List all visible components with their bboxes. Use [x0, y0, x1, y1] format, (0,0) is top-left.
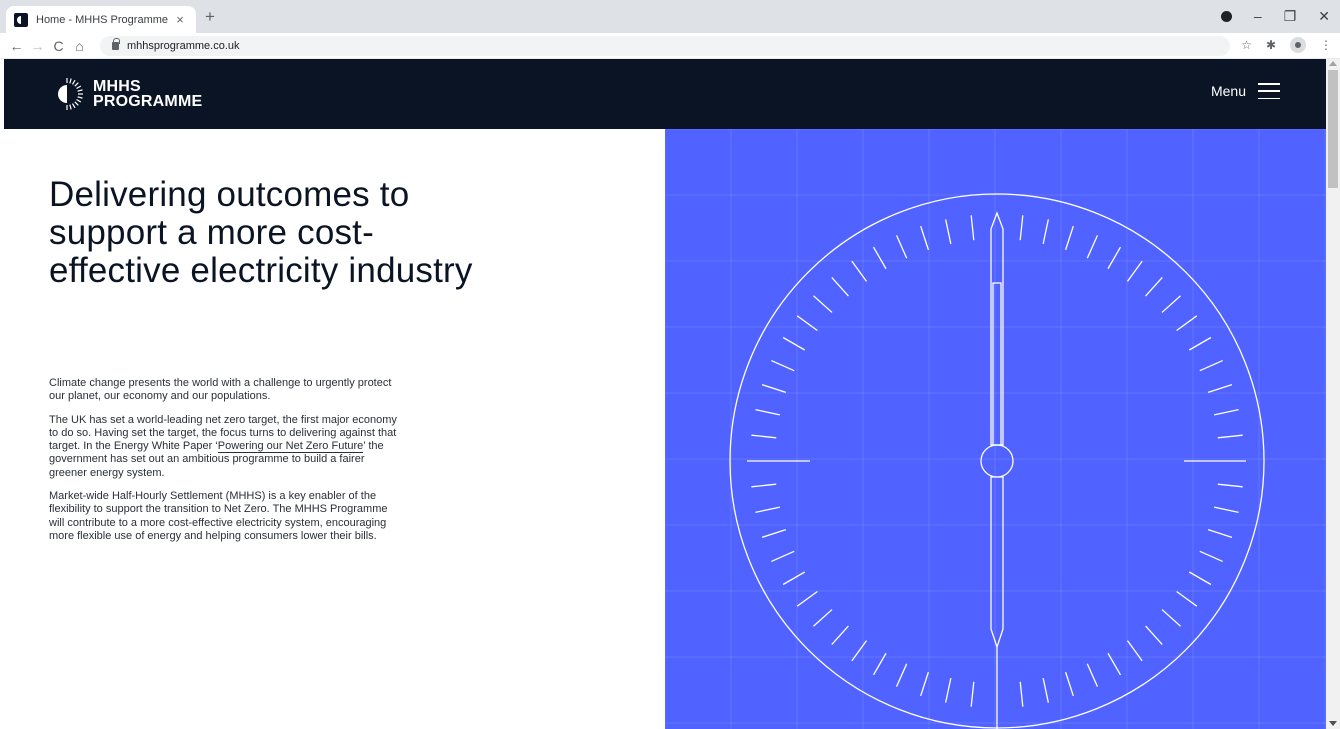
- half-sun-logo-icon: [58, 78, 83, 110]
- profile-indicator-icon[interactable]: [1220, 10, 1232, 22]
- browser-tabstrip: Home - MHHS Programme × + – ❐ ✕: [0, 0, 1340, 33]
- intro-text: Climate change presents the world with a…: [49, 377, 399, 553]
- more-menu-icon[interactable]: ⋮: [1320, 38, 1332, 52]
- restore-button[interactable]: ❐: [1284, 6, 1297, 26]
- profile-avatar-icon[interactable]: [1290, 37, 1306, 53]
- home-icon[interactable]: ⌂: [69, 38, 90, 54]
- scrollbar-thumb[interactable]: [1328, 70, 1338, 188]
- new-tab-button[interactable]: +: [205, 8, 215, 25]
- tab-close-icon[interactable]: ×: [172, 12, 188, 27]
- hamburger-icon: [1258, 83, 1280, 99]
- browser-toolbar: ← → C ⌂ mhhsprogramme.co.uk ☆ ✱ ⋮: [0, 33, 1340, 59]
- menu-label: Menu: [1210, 83, 1246, 99]
- url-text[interactable]: mhhsprogramme.co.uk: [127, 40, 240, 52]
- logo-wordmark: MHHS PROGRAMME: [93, 78, 203, 110]
- forward-arrow-icon[interactable]: →: [27, 38, 48, 54]
- address-bar[interactable]: mhhsprogramme.co.uk: [100, 36, 1230, 56]
- window-controls: – ❐ ✕: [1220, 6, 1330, 26]
- site-favicon-icon: [14, 12, 28, 27]
- logo-line-1: MHHS: [93, 78, 141, 95]
- intro-paragraph-1: Climate change presents the world with a…: [49, 377, 392, 403]
- page-title: Delivering outcomes to support a more co…: [49, 175, 473, 290]
- logo-line-2: PROGRAMME: [93, 93, 203, 110]
- scroll-up-icon[interactable]: [1329, 61, 1337, 66]
- intro-paragraph-3: Market-wide Half-Hourly Settlement (MHHS…: [49, 490, 388, 542]
- hero-illustration: [665, 129, 1326, 729]
- minimize-button[interactable]: –: [1254, 6, 1262, 26]
- intro-paragraph-2: The UK has set a world-leading net zero …: [49, 413, 397, 479]
- close-window-button[interactable]: ✕: [1318, 6, 1330, 26]
- tab-title: Home - MHHS Programme: [36, 13, 169, 26]
- site-logo[interactable]: MHHS PROGRAMME: [50, 77, 202, 111]
- bookmark-star-icon[interactable]: ☆: [1241, 38, 1252, 52]
- extensions-puzzle-icon[interactable]: ✱: [1266, 38, 1276, 52]
- site-header: MHHS PROGRAMME Menu: [4, 59, 1326, 129]
- page-scrollbar[interactable]: [1326, 59, 1340, 729]
- browser-tab[interactable]: Home - MHHS Programme ×: [6, 6, 196, 33]
- toolbar-actions: ☆ ✱ ⋮: [1241, 37, 1332, 53]
- back-arrow-icon[interactable]: ←: [6, 38, 27, 54]
- reload-icon[interactable]: C: [48, 38, 69, 54]
- dial-gauge-icon: [665, 129, 1326, 729]
- menu-button[interactable]: Menu: [1211, 83, 1280, 99]
- scroll-down-icon[interactable]: [1329, 721, 1337, 726]
- lock-icon[interactable]: [112, 38, 120, 50]
- powering-net-zero-link[interactable]: Powering our Net Zero Future: [217, 440, 364, 454]
